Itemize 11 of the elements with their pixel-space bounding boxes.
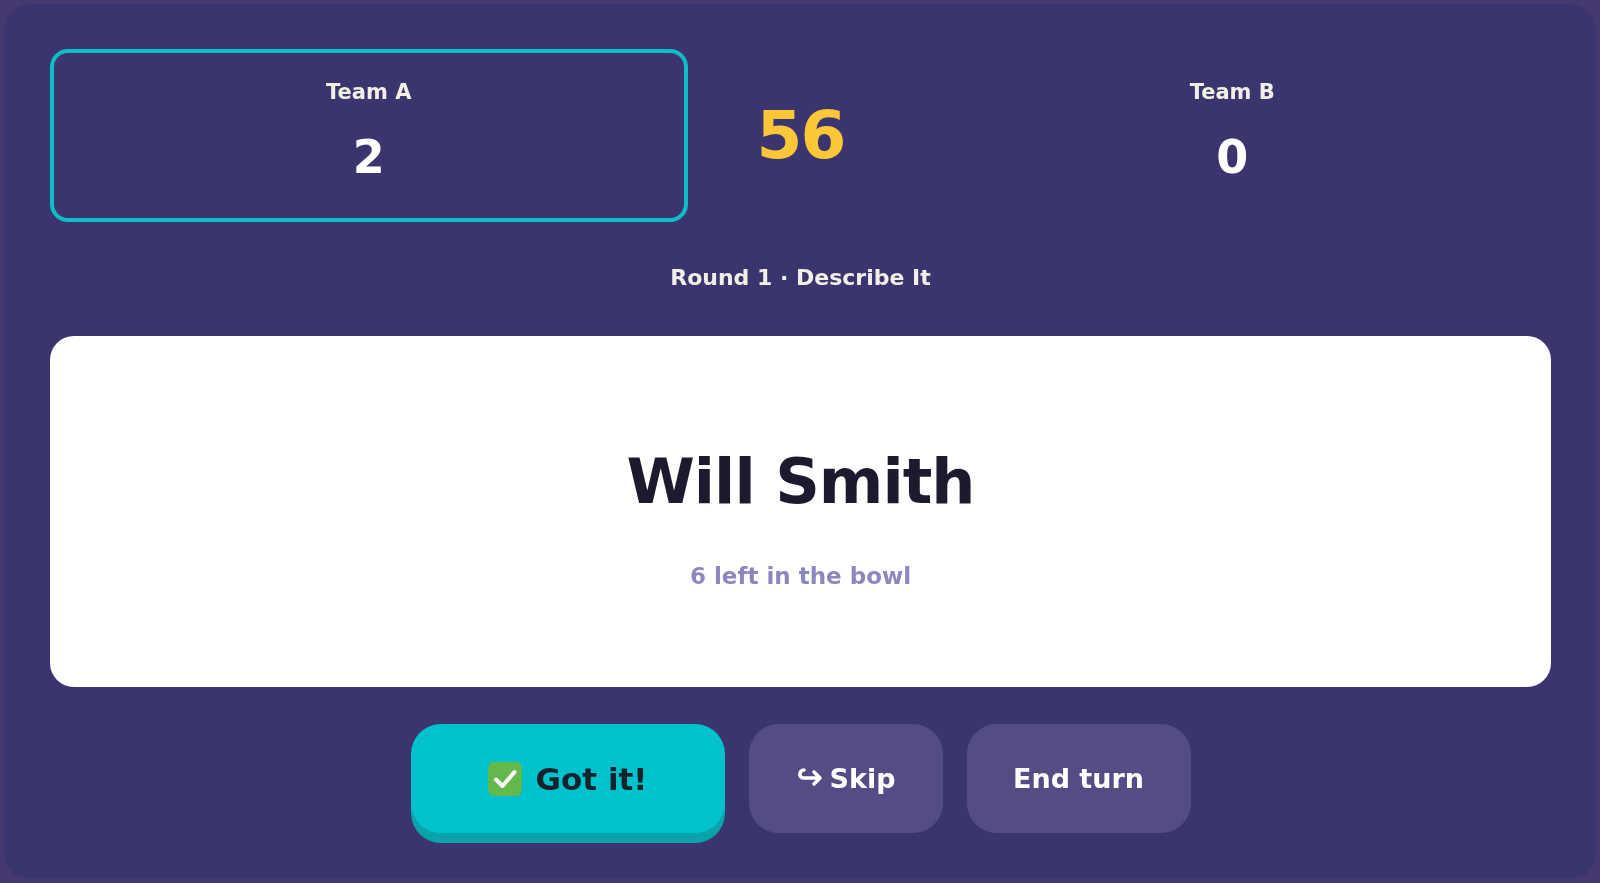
team-score: 2 — [352, 129, 385, 186]
team-name: Team A — [326, 79, 412, 106]
end-button[interactable]: End turn — [966, 724, 1191, 833]
check-icon — [487, 761, 522, 796]
team-score: 0 — [1216, 129, 1249, 186]
team-name: Team B — [1189, 79, 1275, 106]
card-word: Will Smith — [626, 444, 975, 520]
countdown-timer: 56 — [756, 99, 845, 172]
skip-button[interactable]: Skip — [748, 724, 943, 833]
remaining-count: 6 left in the bowl — [689, 562, 912, 591]
round-label: Round 1 · Describe It — [670, 264, 931, 292]
